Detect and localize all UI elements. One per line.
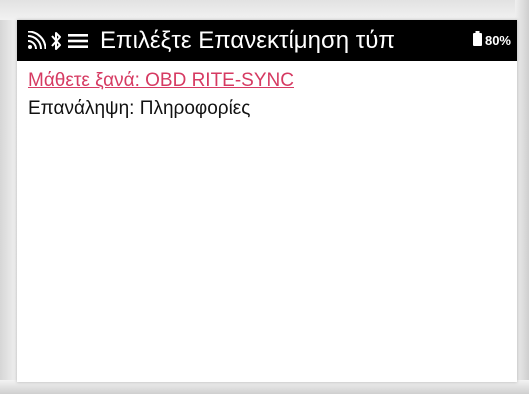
menu-item-relearn-obd[interactable]: Μάθετε ξανά: OBD RITE-SYNC (28, 67, 294, 95)
battery-percent: 80% (484, 33, 511, 48)
device-screen: Επιλέξτε Επανεκτίμηση τύπ 80% Μάθετε ξαν… (17, 20, 517, 382)
battery-icon (472, 30, 482, 51)
device-frame: Επιλέξτε Επανεκτίμηση τύπ 80% Μάθετε ξαν… (0, 0, 529, 394)
menu-item-repeat-info[interactable]: Επανάληψη: Πληροφορίες (28, 95, 294, 123)
bluetooth-icon (50, 20, 62, 61)
battery-indicator: 80% (472, 30, 511, 51)
frame-edge-top (0, 0, 529, 20)
status-bar: Επιλέξτε Επανεκτίμηση τύπ 80% (17, 20, 517, 61)
menu-icon[interactable] (67, 20, 89, 61)
frame-edge-bottom (0, 380, 529, 394)
screen-title: Επιλέξτε Επανεκτίμηση τύπ (100, 26, 395, 54)
signal-icon (25, 20, 47, 61)
frame-edge-right (515, 0, 529, 394)
menu-list: Μάθετε ξανά: OBD RITE-SYNC Επανάληψη: Πλ… (28, 67, 294, 123)
